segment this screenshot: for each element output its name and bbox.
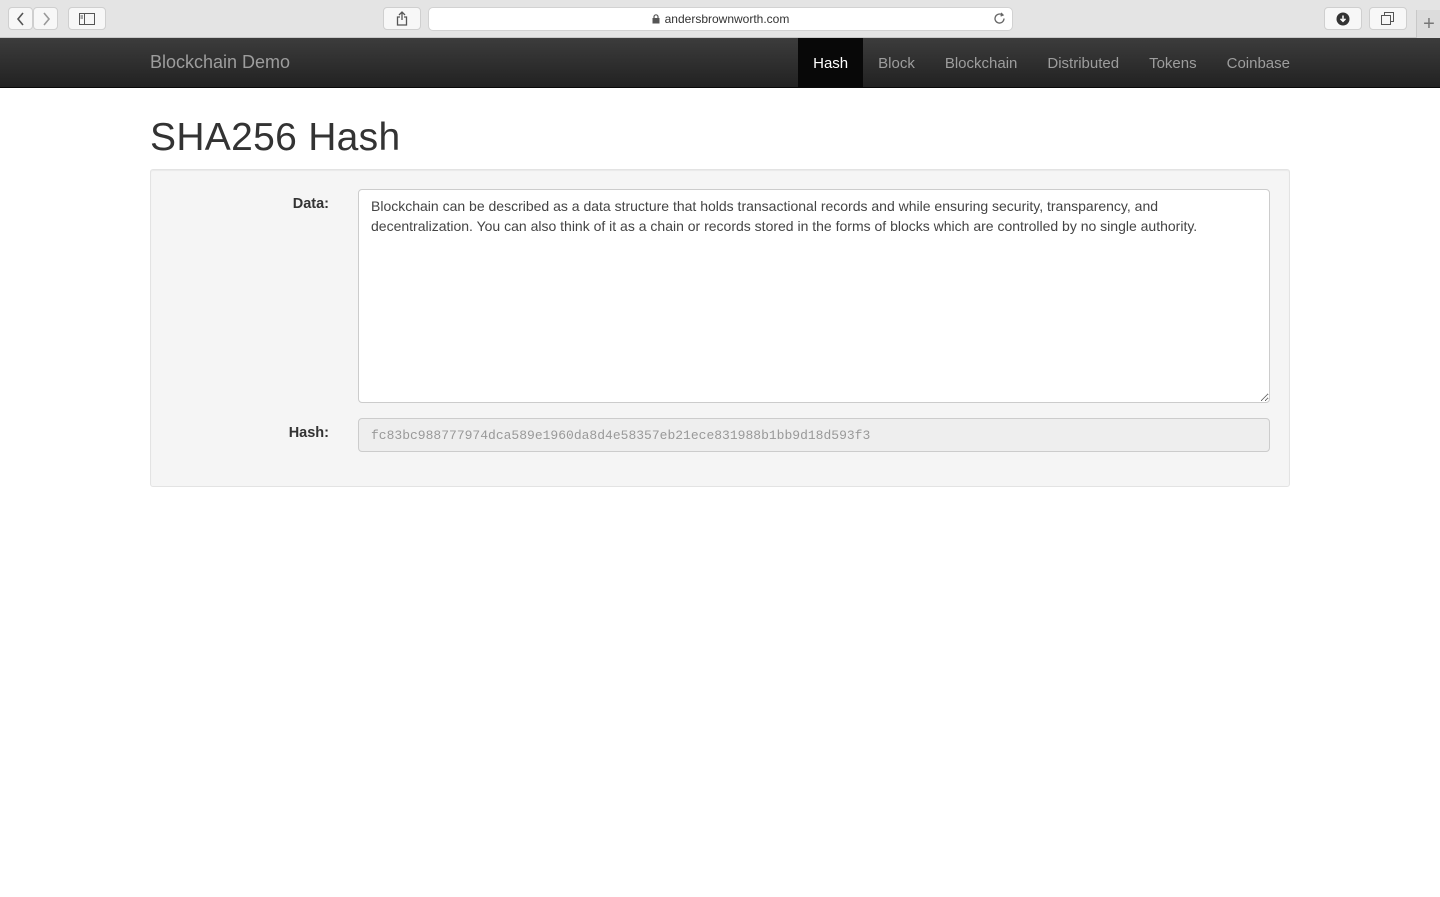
nav-item-block[interactable]: Block xyxy=(863,38,930,88)
main-content: SHA256 Hash Data: Blockchain can be desc… xyxy=(150,88,1290,487)
nav-item-coinbase[interactable]: Coinbase xyxy=(1212,38,1305,88)
plus-icon: + xyxy=(1423,12,1435,35)
forward-button[interactable] xyxy=(33,7,58,30)
share-button[interactable] xyxy=(383,7,421,30)
sidebar-icon xyxy=(79,12,95,25)
lock-icon xyxy=(652,14,660,24)
browser-toolbar: andersbrownworth.com + xyxy=(0,0,1440,38)
hash-label: Hash: xyxy=(288,425,329,441)
back-button[interactable] xyxy=(8,7,33,30)
new-tab-button[interactable]: + xyxy=(1416,10,1440,38)
hash-form: Data: Blockchain can be described as a d… xyxy=(150,169,1290,487)
hash-value: fc83bc988777974dca589e1960da8d4e58357eb2… xyxy=(371,427,871,443)
address-bar[interactable]: andersbrownworth.com xyxy=(428,7,1013,31)
nav-item-distributed[interactable]: Distributed xyxy=(1032,38,1134,88)
hash-output-field: fc83bc988777974dca589e1960da8d4e58357eb2… xyxy=(358,418,1270,452)
nav-item-tokens[interactable]: Tokens xyxy=(1134,38,1212,88)
page-title: SHA256 Hash xyxy=(150,116,401,159)
url-text: andersbrownworth.com xyxy=(664,12,790,26)
downloads-button[interactable] xyxy=(1324,7,1362,30)
share-icon xyxy=(396,11,408,26)
download-icon xyxy=(1336,12,1350,25)
data-textarea[interactable]: Blockchain can be described as a data st… xyxy=(358,189,1270,403)
tabs-icon xyxy=(1381,11,1394,25)
chevron-left-icon xyxy=(16,11,24,26)
nav-links: Hash Block Blockchain Distributed Tokens… xyxy=(798,38,1305,88)
data-label: Data: xyxy=(292,196,329,212)
chevron-right-icon xyxy=(42,11,50,26)
nav-item-blockchain[interactable]: Blockchain xyxy=(930,38,1033,88)
reload-icon[interactable] xyxy=(993,12,1006,28)
tabs-overview-button[interactable] xyxy=(1369,7,1407,30)
site-navbar: Blockchain Demo Hash Block Blockchain Di… xyxy=(0,38,1440,88)
sidebar-toggle-button[interactable] xyxy=(68,7,106,30)
nav-item-hash[interactable]: Hash xyxy=(798,38,864,88)
brand-link[interactable]: Blockchain Demo xyxy=(150,52,290,73)
